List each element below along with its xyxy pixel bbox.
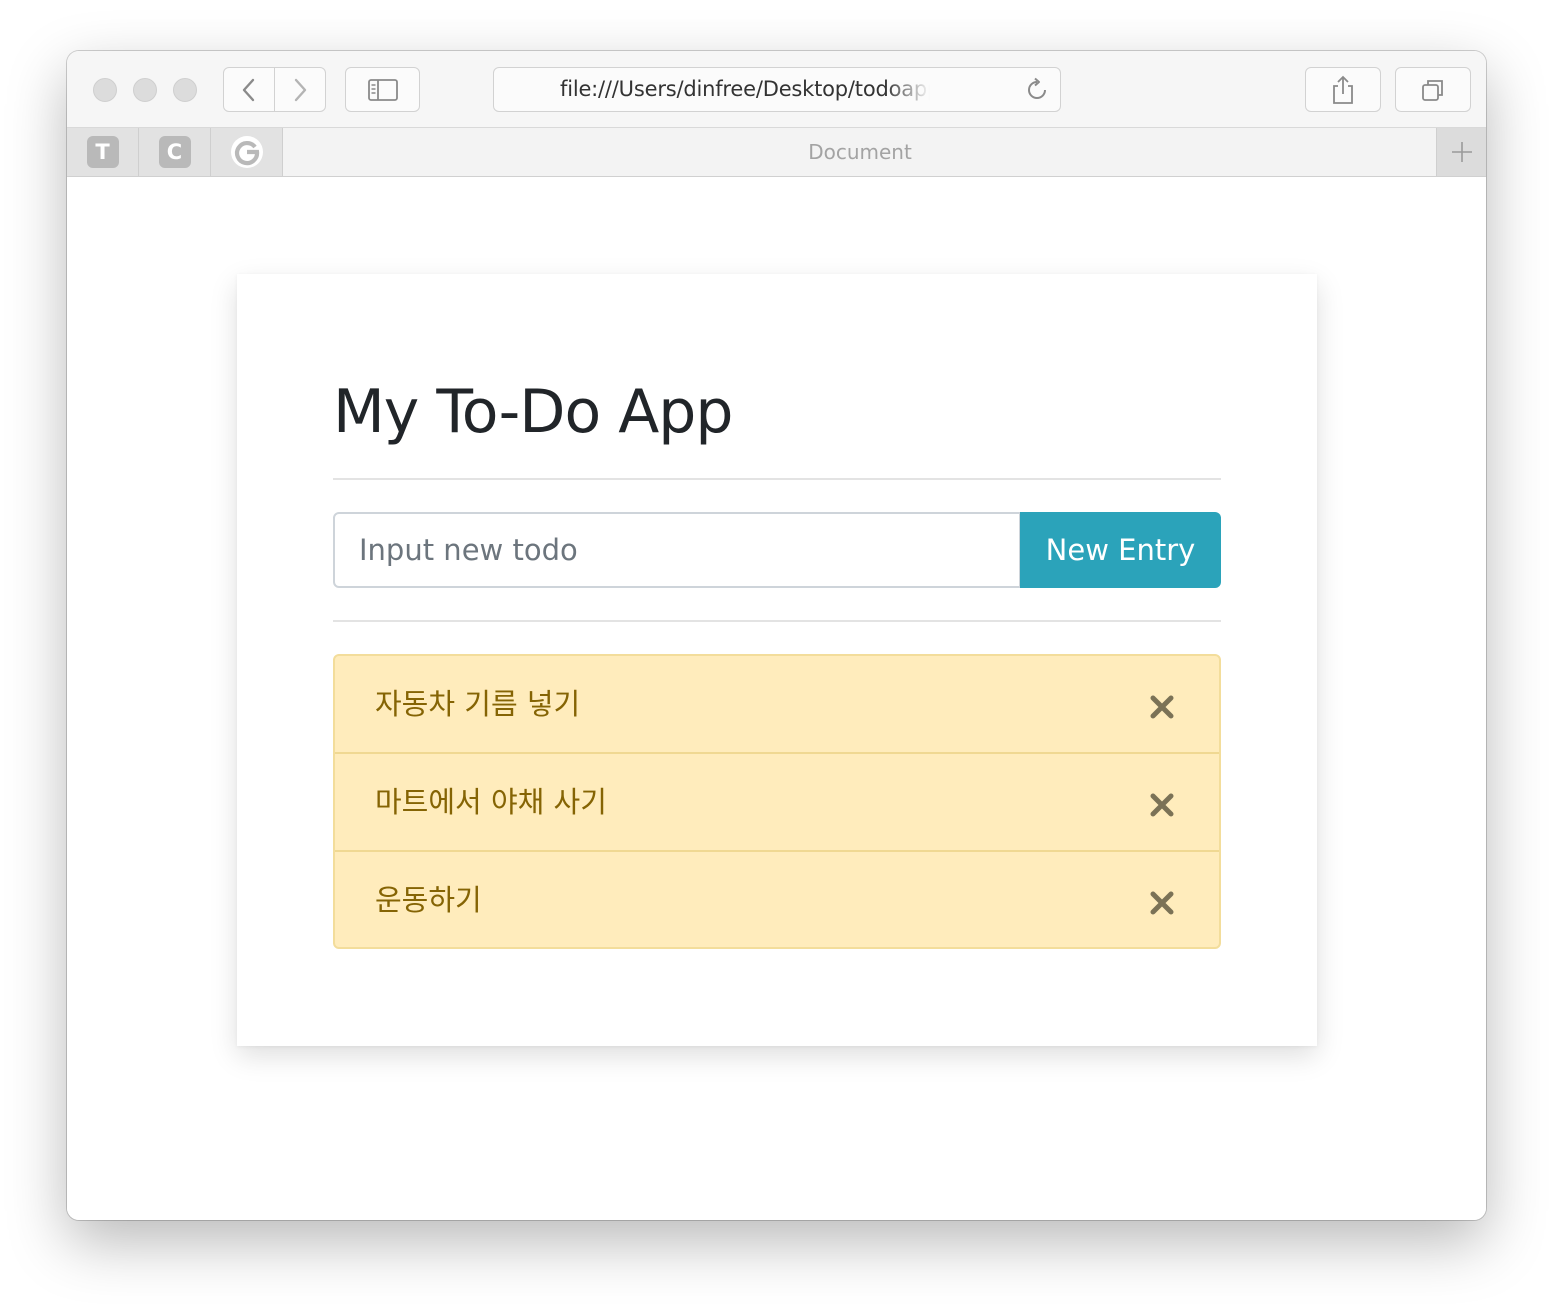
todo-app-card: My To-Do App New Entry 자동차 기름 넣기 마트에서 야채… <box>237 274 1317 1046</box>
back-button[interactable] <box>223 67 275 112</box>
close-icon <box>1150 891 1174 915</box>
todo-item: 운동하기 <box>335 852 1219 947</box>
todo-item: 자동차 기름 넣기 <box>335 656 1219 754</box>
browser-toolbar: file:///Users/dinfree/Desktop/todoapp.h <box>67 51 1486 128</box>
divider-bottom <box>333 620 1221 622</box>
browser-window: file:///Users/dinfree/Desktop/todoapp.h … <box>67 51 1486 1220</box>
tab-document[interactable]: Document <box>284 128 1436 176</box>
todo-text: 운동하기 <box>375 883 482 917</box>
google-icon <box>230 136 263 168</box>
delete-todo-button[interactable] <box>1149 890 1175 916</box>
delete-todo-button[interactable] <box>1149 792 1175 818</box>
plus-icon <box>1451 142 1472 162</box>
chevron-left-icon <box>242 78 255 101</box>
chevron-right-icon <box>294 78 307 101</box>
delete-todo-button[interactable] <box>1149 694 1175 720</box>
sidebar-icon <box>367 78 398 101</box>
close-icon <box>1150 695 1174 719</box>
new-todo-input[interactable] <box>333 512 1021 588</box>
address-bar[interactable]: file:///Users/dinfree/Desktop/todoapp.h <box>493 67 1061 112</box>
share-button[interactable] <box>1305 67 1381 112</box>
pinned-tab-c[interactable]: C <box>139 128 211 176</box>
reload-icon[interactable] <box>1024 77 1050 103</box>
sidebar-button[interactable] <box>345 67 420 112</box>
divider-top <box>333 478 1221 480</box>
forward-button[interactable] <box>274 67 326 112</box>
todo-text: 마트에서 야채 사기 <box>375 785 607 819</box>
tab-bar: T C Document <box>67 128 1486 177</box>
zoom-window-button[interactable] <box>173 78 197 102</box>
url-text[interactable]: file:///Users/dinfree/Desktop/todoapp.h <box>560 77 930 101</box>
tab-overview-icon <box>1422 79 1443 101</box>
minimize-window-button[interactable] <box>133 78 157 102</box>
favicon-t: T <box>86 136 119 168</box>
todo-item: 마트에서 야채 사기 <box>335 754 1219 852</box>
close-icon <box>1150 793 1174 817</box>
page-content: My To-Do App New Entry 자동차 기름 넣기 마트에서 야채… <box>67 178 1486 1220</box>
tab-overview-button[interactable] <box>1395 67 1471 112</box>
share-icon <box>1333 75 1353 104</box>
todo-text: 자동차 기름 넣기 <box>375 687 581 721</box>
page-title: My To-Do App <box>333 377 733 447</box>
close-window-button[interactable] <box>93 78 117 102</box>
pinned-tab-t[interactable]: T <box>67 128 139 176</box>
new-entry-button[interactable]: New Entry <box>1020 512 1221 588</box>
new-tab-button[interactable] <box>1436 128 1486 176</box>
favicon-c: C <box>158 136 191 168</box>
todo-list: 자동차 기름 넣기 마트에서 야채 사기 운동하기 <box>333 654 1221 949</box>
pinned-tab-google[interactable] <box>211 128 283 176</box>
